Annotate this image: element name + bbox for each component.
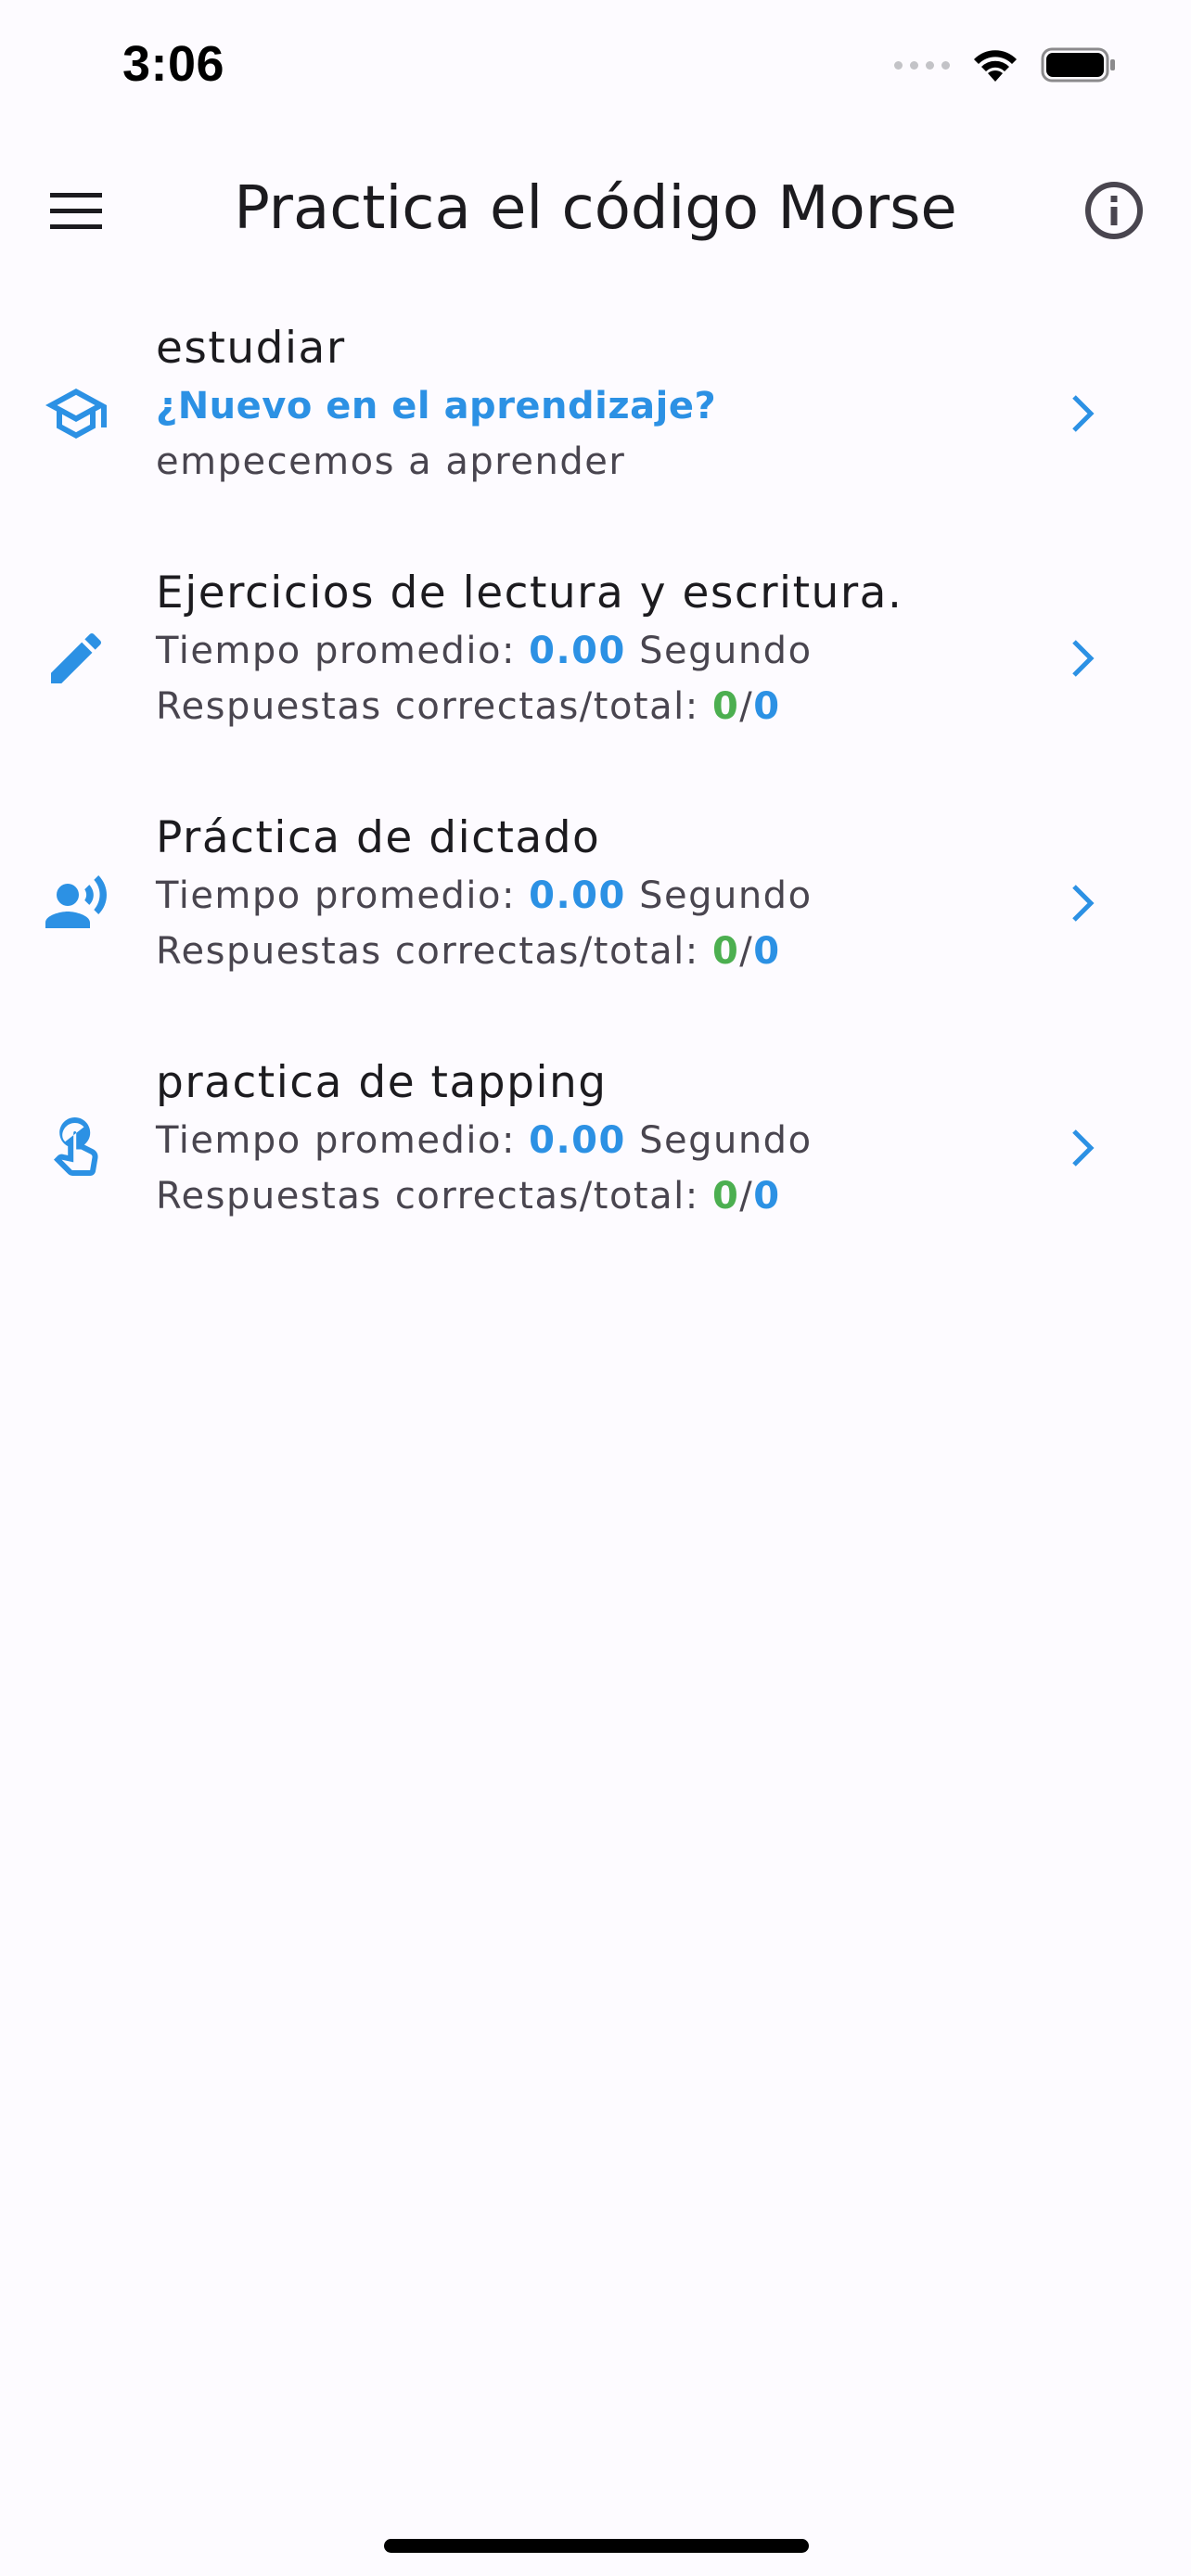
home-indicator[interactable]: [384, 2539, 809, 2553]
total-count: 0: [753, 930, 781, 973]
chevron-right-icon: [1072, 395, 1095, 432]
cellular-signal-icon: [894, 60, 950, 70]
average-time-unit: Segundo: [639, 1119, 813, 1162]
status-time: 3:06: [122, 36, 225, 92]
wifi-icon: [974, 50, 1017, 82]
answers-line: Respuestas correctas/total: 0/0: [156, 924, 1043, 979]
chevron-right-icon: [1072, 885, 1095, 922]
item-title: Práctica de dictado: [156, 812, 601, 863]
item-text: Práctica de dictado Tiempo promedio: 0.0…: [156, 809, 1043, 979]
graduation-cap-icon: [45, 389, 107, 439]
menu-icon[interactable]: [50, 189, 102, 234]
correct-count: 0: [711, 930, 740, 973]
answers-separator: /: [739, 1175, 754, 1218]
app-bar: Practica el código Morse: [0, 139, 1191, 284]
page-title: Practica el código Morse: [234, 174, 957, 243]
average-time-value: 0.00: [529, 874, 626, 917]
correct-count: 0: [711, 1175, 740, 1218]
answers-separator: /: [739, 685, 754, 728]
item-title: Ejercicios de lectura y escritura.: [156, 567, 903, 618]
average-time-label: Tiempo promedio:: [156, 1119, 516, 1162]
answers-label: Respuestas correctas/total:: [156, 930, 699, 973]
average-time-line: Tiempo promedio: 0.00 Segundo: [156, 868, 1043, 924]
battery-icon: [1041, 47, 1115, 83]
total-count: 0: [753, 1175, 781, 1218]
list-item-tapping[interactable]: practica de tapping Tiempo promedio: 0.0…: [0, 1040, 1191, 1285]
answers-label: Respuestas correctas/total:: [156, 685, 699, 728]
item-detail: empecemos a aprender: [156, 440, 626, 483]
total-count: 0: [753, 685, 781, 728]
answers-line: Respuestas correctas/total: 0/0: [156, 679, 1043, 734]
correct-count: 0: [711, 685, 740, 728]
average-time-line: Tiempo promedio: 0.00 Segundo: [156, 1113, 1043, 1168]
status-bar: 3:06: [0, 0, 1191, 139]
list-item-dictation[interactable]: Práctica de dictado Tiempo promedio: 0.0…: [0, 796, 1191, 1040]
touch-icon: [54, 1117, 98, 1176]
average-time-unit: Segundo: [639, 874, 813, 917]
pencil-icon: [51, 632, 102, 683]
chevron-right-icon: [1072, 640, 1095, 677]
average-time-label: Tiempo promedio:: [156, 630, 516, 672]
average-time-value: 0.00: [529, 1119, 626, 1162]
average-time-label: Tiempo promedio:: [156, 874, 516, 917]
list-item-reading-writing[interactable]: Ejercicios de lectura y escritura. Tiemp…: [0, 551, 1191, 796]
average-time-value: 0.00: [529, 630, 626, 672]
answers-separator: /: [739, 930, 754, 973]
item-title: practica de tapping: [156, 1057, 608, 1108]
item-subtitle: ¿Nuevo en el aprendizaje?: [156, 385, 717, 427]
average-time-line: Tiempo promedio: 0.00 Segundo: [156, 623, 1043, 679]
item-title: estudiar: [156, 323, 346, 374]
record-voice-icon: [45, 875, 107, 928]
item-text: Ejercicios de lectura y escritura. Tiemp…: [156, 564, 1043, 734]
list-item-study[interactable]: estudiar ¿Nuevo en el aprendizaje? empec…: [0, 306, 1191, 551]
item-text: estudiar ¿Nuevo en el aprendizaje? empec…: [156, 319, 1043, 490]
chevron-right-icon: [1072, 1129, 1095, 1167]
average-time-unit: Segundo: [639, 630, 813, 672]
answers-label: Respuestas correctas/total:: [156, 1175, 699, 1218]
status-indicators: [894, 46, 1117, 83]
info-icon[interactable]: [1083, 180, 1145, 241]
item-text: practica de tapping Tiempo promedio: 0.0…: [156, 1053, 1043, 1224]
answers-line: Respuestas correctas/total: 0/0: [156, 1168, 1043, 1224]
practice-list: estudiar ¿Nuevo en el aprendizaje? empec…: [0, 306, 1191, 1285]
